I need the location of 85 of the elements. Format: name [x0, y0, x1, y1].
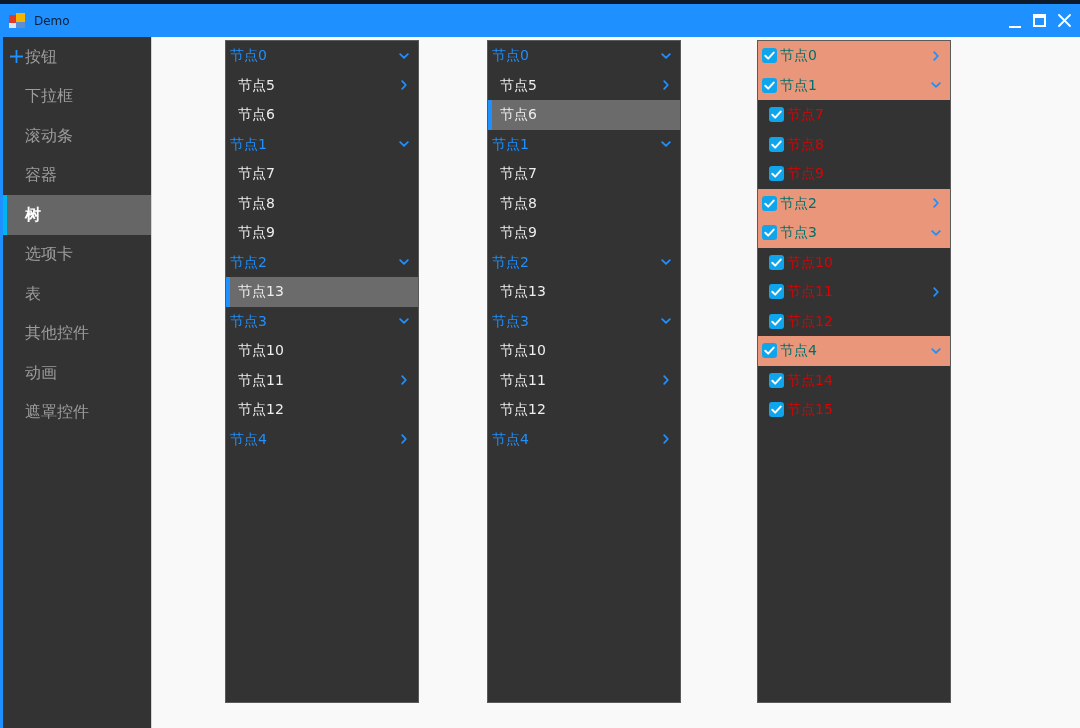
chevron-down-icon[interactable] — [661, 318, 671, 325]
tree-node[interactable]: 节点8 — [758, 129, 950, 159]
tree-node[interactable]: 节点9 — [758, 159, 950, 189]
chevron-down-icon[interactable] — [661, 259, 671, 266]
tree-node[interactable]: 节点1 — [488, 129, 680, 159]
sidebar-item[interactable]: 其他控件 — [3, 313, 151, 353]
tree-node[interactable]: 节点10 — [226, 336, 418, 366]
tree-node[interactable]: 节点9 — [226, 218, 418, 248]
checkbox[interactable] — [769, 107, 784, 123]
tree-node[interactable]: 节点0 — [488, 41, 680, 71]
tree-node[interactable]: 节点13 — [488, 277, 680, 307]
checkbox[interactable] — [769, 166, 784, 182]
checkbox[interactable] — [762, 343, 777, 359]
tree-node[interactable]: 节点7 — [226, 159, 418, 189]
tree-node[interactable]: 节点9 — [488, 218, 680, 248]
chevron-down-icon[interactable] — [399, 52, 409, 59]
tree-node[interactable]: 节点2 — [226, 247, 418, 277]
checkbox[interactable] — [769, 284, 784, 300]
tree-node[interactable]: 节点1 — [758, 70, 950, 100]
tree-node[interactable]: 节点3 — [226, 306, 418, 336]
checkbox[interactable] — [762, 225, 777, 241]
tree-node[interactable]: 节点10 — [488, 336, 680, 366]
chevron-down-icon[interactable] — [399, 259, 409, 266]
chevron-right-icon[interactable] — [933, 286, 939, 297]
tree-node[interactable]: 节点6 — [226, 100, 418, 130]
tree-node[interactable]: 节点8 — [226, 188, 418, 218]
sidebar-item[interactable]: 动画 — [3, 353, 151, 393]
tree-node[interactable]: 节点4 — [488, 424, 680, 454]
checkbox[interactable] — [762, 48, 777, 64]
tree-node[interactable]: 节点11 — [758, 277, 950, 307]
checkbox[interactable] — [769, 402, 784, 418]
tree-node[interactable]: 节点7 — [488, 159, 680, 189]
window-title: Demo — [34, 12, 70, 30]
tree-node[interactable]: 节点5 — [488, 70, 680, 100]
tree-node[interactable]: 节点2 — [488, 247, 680, 277]
checkbox[interactable] — [769, 372, 784, 388]
tree-node[interactable]: 节点5 — [226, 70, 418, 100]
chevron-down-icon[interactable] — [399, 141, 409, 148]
tree-node[interactable]: 节点12 — [758, 306, 950, 336]
maximize-icon — [1033, 14, 1046, 27]
checkbox[interactable] — [769, 136, 784, 152]
chevron-down-icon[interactable] — [399, 318, 409, 325]
tree-node[interactable]: 节点12 — [488, 395, 680, 425]
sidebar-item[interactable]: 遮罩控件 — [3, 392, 151, 432]
tree-node[interactable]: 节点3 — [758, 218, 950, 248]
tree-node[interactable]: 节点7 — [758, 100, 950, 130]
app-icon — [9, 12, 25, 29]
chevron-right-icon[interactable] — [401, 434, 407, 445]
sidebar-item[interactable]: 按钮 — [3, 37, 151, 77]
tree-node[interactable]: 节点3 — [488, 306, 680, 336]
tree-node[interactable]: 节点8 — [488, 188, 680, 218]
sidebar-item[interactable]: 选项卡 — [3, 234, 151, 274]
tree-node[interactable]: 节点4 — [758, 336, 950, 366]
tree-node[interactable]: 节点14 — [758, 365, 950, 395]
tree-node[interactable]: 节点1 — [226, 129, 418, 159]
tree-node[interactable]: 节点6 — [488, 100, 680, 130]
tree-node[interactable]: 节点2 — [758, 188, 950, 218]
chevron-right-icon[interactable] — [401, 80, 407, 91]
chevron-right-icon[interactable] — [663, 80, 669, 91]
minimize-icon — [1008, 25, 1021, 28]
tree-node[interactable]: 节点0 — [758, 41, 950, 71]
tree-node[interactable]: 节点12 — [226, 395, 418, 425]
sidebar-item[interactable]: 下拉框 — [3, 76, 151, 116]
tree-node[interactable]: 节点10 — [758, 247, 950, 277]
sidebar-item[interactable]: 容器 — [3, 155, 151, 195]
sidebar-item[interactable]: 表 — [3, 274, 151, 314]
chevron-right-icon[interactable] — [663, 434, 669, 445]
tree-node[interactable]: 节点11 — [226, 365, 418, 395]
tree-node[interactable]: 节点11 — [488, 365, 680, 395]
chevron-down-icon[interactable] — [661, 52, 671, 59]
tree-node[interactable]: 节点13 — [226, 277, 418, 307]
tree-node[interactable]: 节点0 — [226, 41, 418, 71]
chevron-right-icon[interactable] — [401, 375, 407, 386]
sidebar-item[interactable]: 树 — [3, 195, 151, 235]
plus-icon — [10, 50, 23, 64]
sidebar-item[interactable]: 滚动条 — [3, 116, 151, 156]
checkbox[interactable] — [769, 313, 784, 329]
chevron-right-icon[interactable] — [663, 375, 669, 386]
checkbox[interactable] — [762, 195, 777, 211]
tree-node[interactable]: 节点4 — [226, 424, 418, 454]
checkbox[interactable] — [762, 77, 777, 93]
chevron-down-icon[interactable] — [661, 141, 671, 148]
checkbox[interactable] — [769, 254, 784, 270]
close-icon — [1058, 14, 1071, 27]
tree-node[interactable]: 节点15 — [758, 395, 950, 425]
